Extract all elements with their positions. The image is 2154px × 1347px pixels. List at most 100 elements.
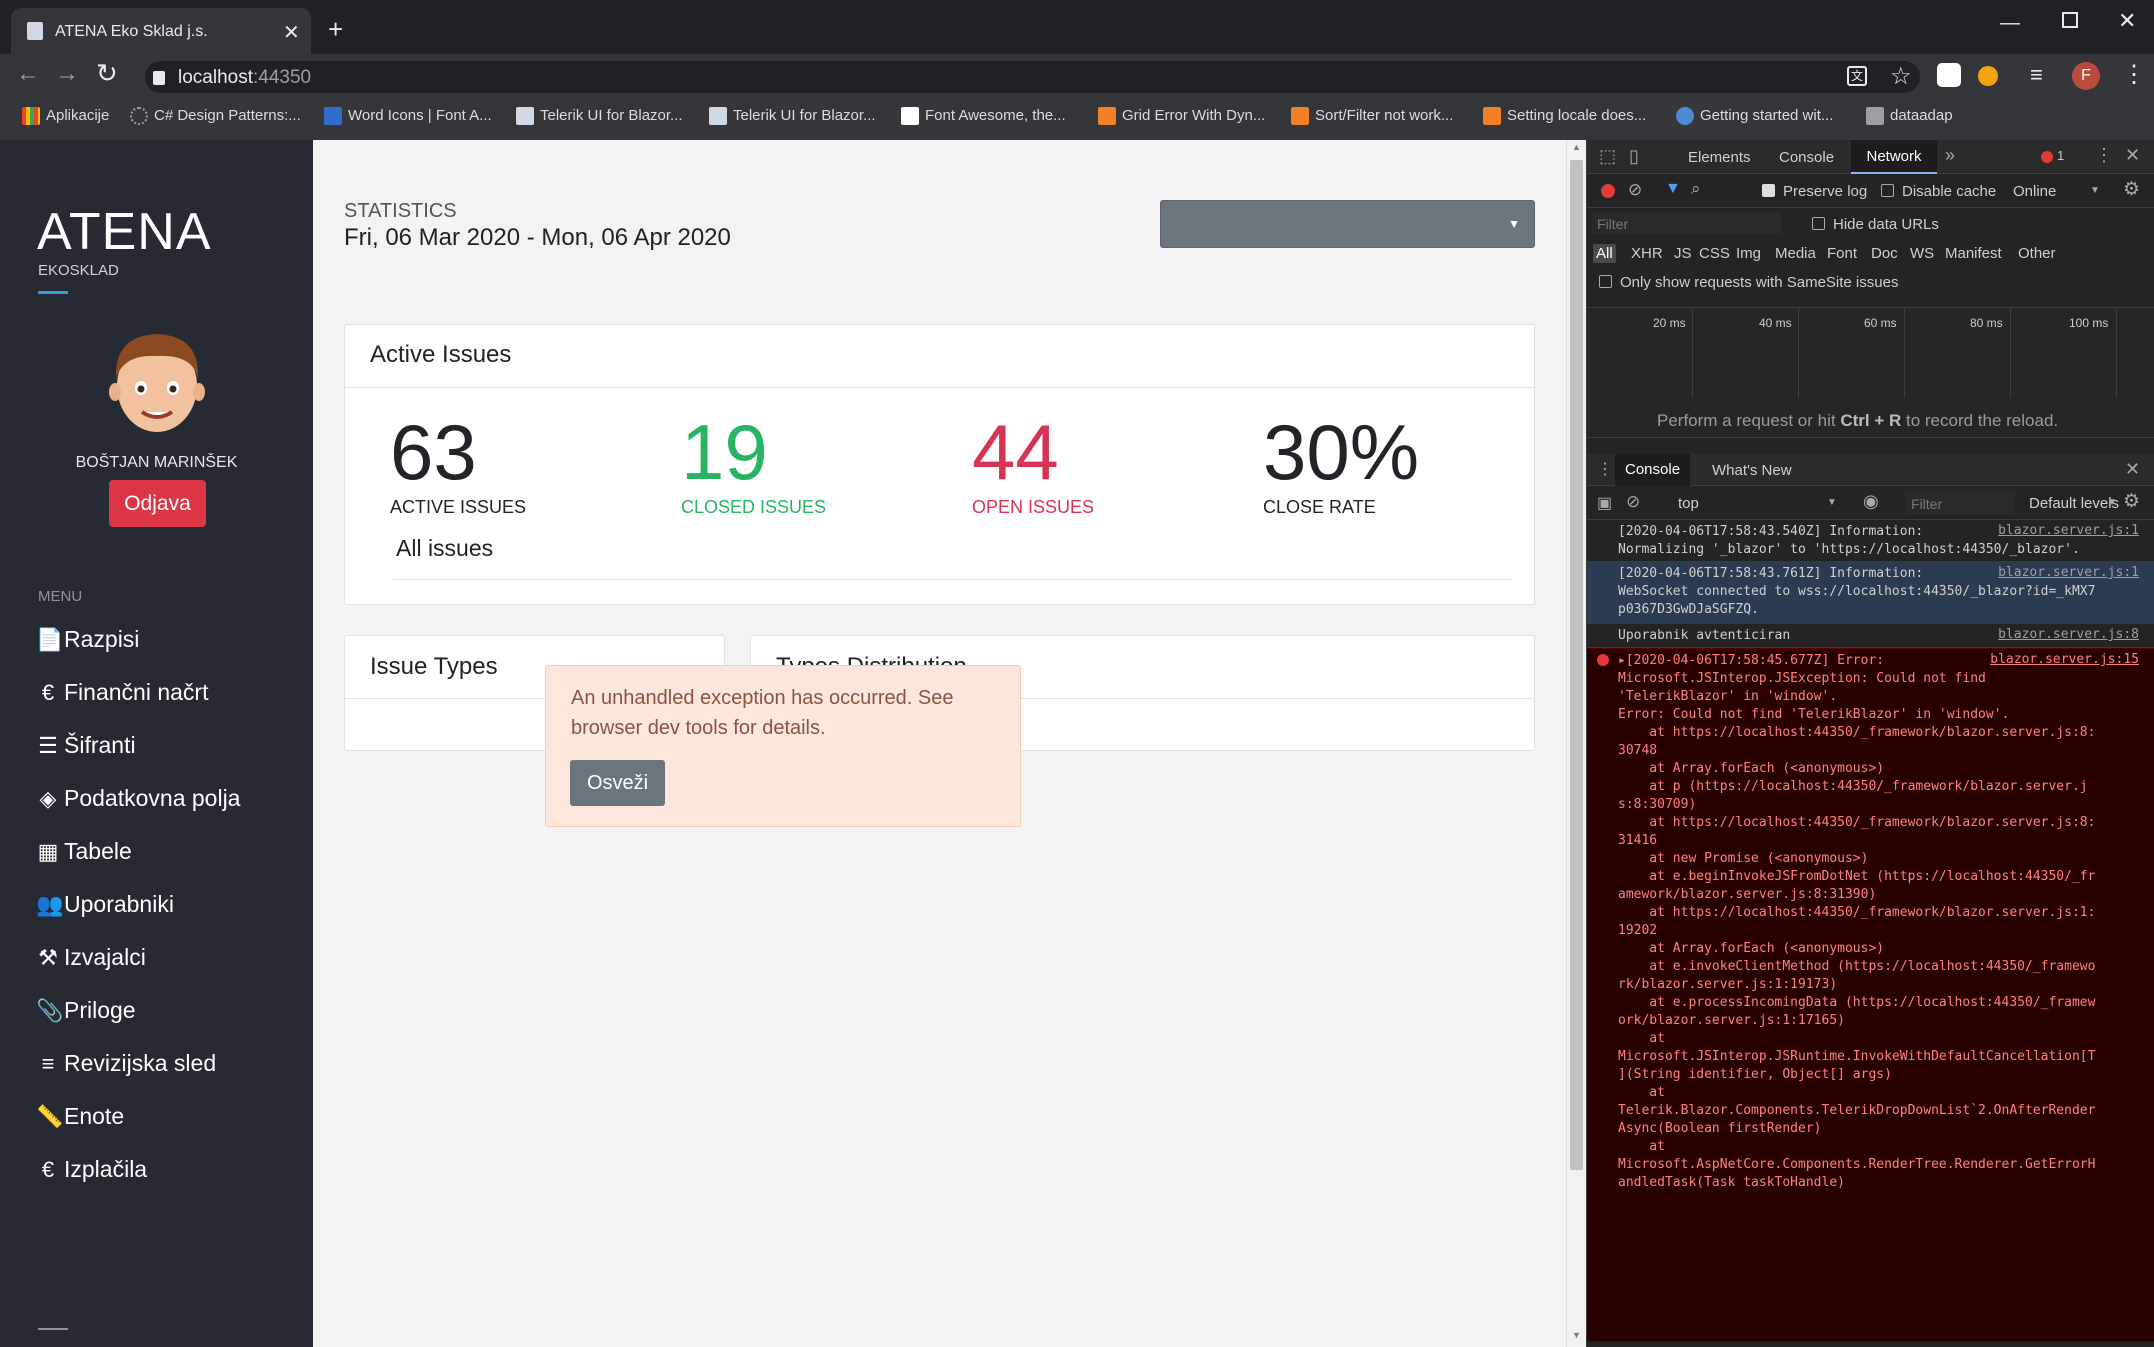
sidebar-item-podatkovna-polja[interactable]: ◈ Podatkovna polja — [36, 785, 241, 812]
drawer-menu-icon[interactable]: ⋮ — [1597, 459, 1613, 479]
maximize-icon[interactable] — [2062, 12, 2078, 28]
drawer-tab-whats-new[interactable]: What's New — [1712, 462, 1792, 479]
sidebar-toggle-icon[interactable]: ▣ — [1597, 493, 1612, 513]
bookmark-item[interactable]: Getting started wit... — [1676, 106, 1833, 126]
bookmark-apps[interactable]: Aplikacije — [22, 106, 109, 126]
type-filter-doc[interactable]: Doc — [1871, 245, 1898, 262]
back-icon[interactable]: ← — [16, 60, 40, 88]
sidebar-item-razpisi[interactable]: 📄Razpisi — [36, 626, 139, 653]
bookmark-item[interactable]: Sort/Filter not work... — [1291, 106, 1453, 126]
bookmark-item[interactable]: C# Design Patterns:... — [130, 106, 301, 126]
brand-title: ATENA — [37, 203, 212, 261]
log-source-link[interactable]: blazor.server.js:8 — [1998, 627, 2139, 642]
sidebar-item-tabele[interactable]: ▦ Tabele — [36, 838, 132, 865]
extension-orange-icon[interactable] — [1978, 66, 1998, 86]
type-filter-css[interactable]: CSS — [1699, 245, 1730, 262]
error-badge[interactable]: 1 — [2041, 148, 2064, 163]
sidebar-item-sifranti[interactable]: ☰ Šifranti — [36, 732, 135, 759]
devtools-close-icon[interactable]: ✕ — [2125, 145, 2140, 166]
type-filter-img[interactable]: Img — [1736, 245, 1761, 262]
sidebar-item-priloge[interactable]: 📎Priloge — [36, 997, 136, 1024]
bookmark-item[interactable]: Font Awesome, the... — [901, 106, 1066, 126]
drawer-close-icon[interactable]: ✕ — [2125, 459, 2140, 480]
eye-icon[interactable]: ◉ — [1863, 491, 1879, 512]
profile-avatar[interactable]: F — [2072, 62, 2100, 90]
settings-gear-icon[interactable]: ⚙ — [2123, 178, 2140, 201]
type-filter-font[interactable]: Font — [1827, 245, 1857, 262]
extension-icon[interactable] — [1937, 63, 1961, 87]
bookmark-item[interactable]: Telerik UI for Blazor... — [516, 106, 683, 126]
scrollbar-thumb[interactable] — [1570, 160, 1583, 1170]
tab-close-icon[interactable]: ✕ — [283, 20, 300, 45]
throttle-select[interactable]: Online — [2013, 183, 2056, 200]
record-icon[interactable] — [1601, 184, 1615, 198]
search-icon[interactable]: ⌕ — [1691, 179, 1701, 199]
address-bar[interactable]: localhost:44350 文 ☆ — [145, 61, 1920, 93]
metric-close-rate: 30% CLOSE RATE — [1263, 407, 1419, 518]
metric-value: 44 — [972, 408, 1059, 496]
sidebar-item-revizijska-sled[interactable]: ≡ Revizijska sled — [36, 1050, 217, 1077]
sidebar-item-enote[interactable]: 📏Enote — [36, 1103, 124, 1130]
hide-data-urls-checkbox[interactable] — [1812, 217, 1825, 230]
drawer-tab-console[interactable]: Console — [1615, 454, 1691, 486]
sidebar-item-izplacila[interactable]: € Izplačila — [36, 1156, 147, 1183]
reload-icon[interactable]: ↻ — [96, 58, 118, 89]
tab-network[interactable]: Network — [1851, 140, 1937, 174]
new-tab-icon[interactable]: + — [328, 14, 343, 45]
browser-tab[interactable]: ATENA Eko Sklad j.s. ✕ — [11, 8, 311, 54]
bookmark-item[interactable]: Grid Error With Dyn... — [1098, 106, 1265, 126]
tab-elements[interactable]: Elements — [1688, 149, 1751, 166]
ruler-icon: 📏 — [36, 1104, 64, 1129]
close-window-icon[interactable]: ✕ — [2118, 8, 2136, 34]
period-dropdown[interactable]: ▼ — [1160, 200, 1535, 248]
scroll-up-icon[interactable]: ▲ — [1572, 142, 1581, 152]
apps-grid-icon — [22, 107, 40, 126]
more-tabs-icon[interactable]: » — [1945, 145, 1955, 166]
type-filter-media[interactable]: Media — [1775, 245, 1816, 262]
clear-console-icon[interactable]: ⊘ — [1626, 492, 1640, 512]
type-filter-all[interactable]: All — [1593, 244, 1616, 263]
sidebar-item-financni-nacrt[interactable]: € Finančni načrt — [36, 679, 209, 706]
scroll-down-icon[interactable]: ▼ — [1572, 1330, 1581, 1340]
record-hint: Perform a request or hit Ctrl + R to rec… — [1657, 411, 2059, 430]
bookmark-star-icon[interactable]: ☆ — [1890, 62, 1912, 91]
reload-button[interactable]: Osveži — [570, 760, 665, 806]
all-issues-link[interactable]: All issues — [396, 535, 493, 562]
device-toolbar-icon[interactable]: ▯ — [1629, 146, 1639, 167]
logout-button[interactable]: Odjava — [109, 480, 206, 527]
type-filter-js[interactable]: JS — [1674, 245, 1692, 262]
brand-underline — [38, 291, 68, 294]
bookmark-item[interactable]: Telerik UI for Blazor... — [709, 106, 876, 126]
browser-menu-icon[interactable]: ⋮ — [2122, 60, 2146, 89]
sidebar-item-izvajalci[interactable]: ⚒ Izvajalci — [36, 944, 146, 971]
flag-icon — [901, 107, 919, 126]
console-settings-icon[interactable]: ⚙ — [2123, 490, 2140, 513]
type-filter-manifest[interactable]: Manifest — [1945, 245, 2002, 262]
context-select[interactable]: top — [1678, 495, 1699, 512]
type-filter-xhr[interactable]: XHR — [1631, 245, 1663, 262]
devtools-menu-icon[interactable]: ⋮ — [2095, 145, 2113, 166]
reading-list-icon[interactable]: ≡ — [2030, 62, 2043, 88]
disable-cache-checkbox[interactable] — [1881, 184, 1894, 197]
bookmark-item[interactable]: Setting locale does... — [1483, 106, 1646, 126]
log-source-link[interactable]: blazor.server.js:1 — [1998, 523, 2139, 538]
tab-console[interactable]: Console — [1779, 149, 1834, 166]
log-source-link[interactable]: blazor.server.js:15 — [1990, 652, 2139, 667]
log-source-link[interactable]: blazor.server.js:1 — [1998, 565, 2139, 580]
filter-funnel-icon[interactable]: ▼ — [1665, 180, 1681, 198]
levels-select[interactable]: Default levels — [2029, 495, 2119, 512]
clear-icon[interactable]: ⊘ — [1628, 180, 1642, 200]
page-scrollbar[interactable]: ▲ ▼ — [1566, 140, 1586, 1347]
minimize-icon[interactable]: — — [2000, 12, 2020, 35]
bookmark-item[interactable]: dataadap — [1866, 106, 1953, 126]
preserve-log-checkbox[interactable] — [1762, 184, 1775, 197]
sidebar-item-uporabniki[interactable]: 👥Uporabniki — [36, 891, 174, 918]
inspect-icon[interactable]: ⬚ — [1599, 146, 1616, 167]
type-filter-other[interactable]: Other — [2018, 245, 2056, 262]
timeline-gridline — [2116, 308, 2117, 398]
type-filter-ws[interactable]: WS — [1910, 245, 1934, 262]
bookmark-item[interactable]: Word Icons | Font A... — [324, 106, 492, 126]
translate-icon[interactable]: 文 — [1847, 66, 1867, 86]
forward-icon[interactable]: → — [55, 60, 79, 88]
samesite-checkbox[interactable] — [1599, 275, 1612, 288]
